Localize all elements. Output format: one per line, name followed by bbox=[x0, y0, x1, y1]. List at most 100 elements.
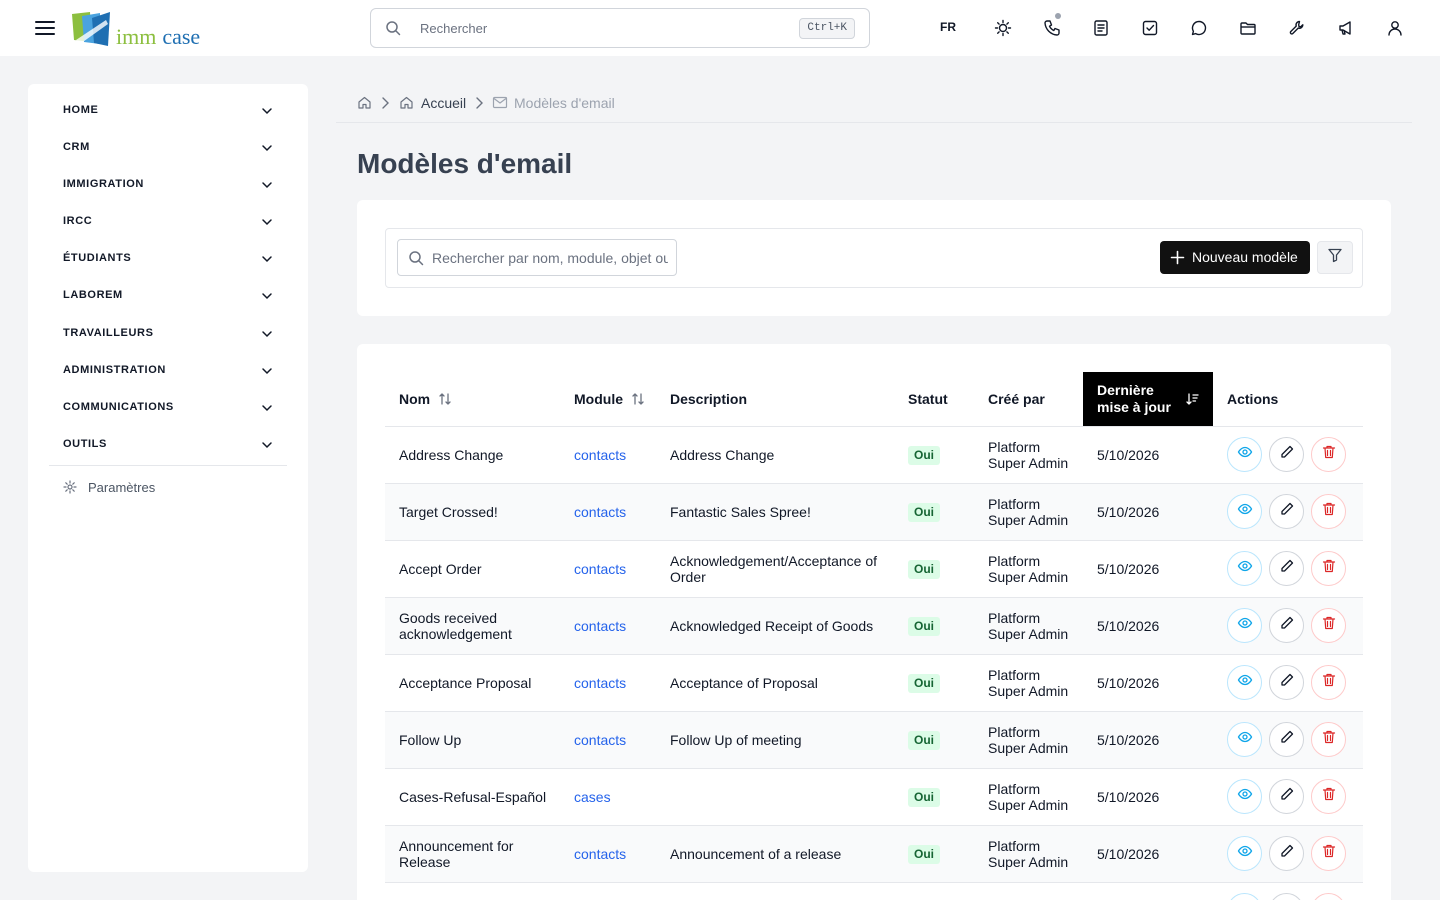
table-header: Nom Module Description Statut Créé par D… bbox=[385, 372, 1363, 427]
column-header-module[interactable]: Module bbox=[574, 372, 645, 426]
cell-module[interactable] bbox=[574, 883, 664, 900]
cell-module[interactable]: contacts bbox=[574, 598, 664, 654]
sidebar-item-laborem[interactable]: LABOREM bbox=[49, 277, 287, 314]
sidebar-item-crm[interactable]: CRM bbox=[49, 129, 287, 166]
edit-button[interactable] bbox=[1269, 779, 1304, 814]
cell-status: Oui bbox=[908, 541, 978, 597]
edit-button[interactable] bbox=[1269, 722, 1304, 757]
delete-button[interactable] bbox=[1311, 893, 1346, 900]
megaphone-icon[interactable] bbox=[1334, 16, 1358, 40]
sidebar-item-label: COMMUNICATIONS bbox=[63, 401, 174, 413]
eye-icon bbox=[1237, 672, 1253, 693]
sidebar-item-administration[interactable]: ADMINISTRATION bbox=[49, 352, 287, 389]
breadcrumb-item-accueil[interactable]: Accueil bbox=[399, 94, 467, 112]
delete-button[interactable] bbox=[1311, 494, 1346, 529]
delete-button[interactable] bbox=[1311, 779, 1346, 814]
chevron-right-icon bbox=[379, 96, 391, 115]
sun-icon[interactable] bbox=[991, 16, 1015, 40]
sidebar-item-etudiants[interactable]: ÉTUDIANTS bbox=[49, 240, 287, 277]
view-button[interactable] bbox=[1227, 722, 1262, 757]
delete-button[interactable] bbox=[1311, 665, 1346, 700]
app-logo[interactable]: imm case bbox=[70, 10, 220, 49]
cell-created-by: Platform Super Admin bbox=[988, 610, 1069, 642]
chat-icon[interactable] bbox=[1187, 16, 1211, 40]
home-icon bbox=[399, 95, 414, 113]
edit-button[interactable] bbox=[1269, 836, 1304, 871]
cell-status: Oui bbox=[908, 598, 978, 654]
edit-button[interactable] bbox=[1269, 665, 1304, 700]
view-button[interactable] bbox=[1227, 893, 1262, 900]
folder-icon[interactable] bbox=[1236, 16, 1260, 40]
search-icon bbox=[385, 20, 401, 41]
cell-updated bbox=[1097, 883, 1207, 900]
table-row[interactable]: Platform bbox=[385, 883, 1363, 900]
sidebar-item-outils[interactable]: OUTILS bbox=[49, 426, 287, 463]
sidebar-divider bbox=[49, 465, 287, 466]
edit-button[interactable] bbox=[1269, 494, 1304, 529]
cell-module[interactable]: contacts bbox=[574, 484, 664, 540]
sidebar-item-communications[interactable]: COMMUNICATIONS bbox=[49, 389, 287, 426]
sidebar-item-ircc[interactable]: IRCC bbox=[49, 203, 287, 240]
task-icon[interactable] bbox=[1138, 16, 1162, 40]
cell-created-by: Platform bbox=[988, 883, 1078, 900]
pencil-icon bbox=[1279, 501, 1295, 522]
view-button[interactable] bbox=[1227, 836, 1262, 871]
delete-button[interactable] bbox=[1311, 722, 1346, 757]
sidebar-item-home[interactable]: HOME bbox=[49, 92, 287, 129]
delete-button[interactable] bbox=[1311, 608, 1346, 643]
view-button[interactable] bbox=[1227, 779, 1262, 814]
cell-created-by: Platform Super Admin bbox=[988, 667, 1069, 699]
cell-module[interactable]: contacts bbox=[574, 826, 664, 882]
sidebar-item-parametres[interactable]: Paramètres bbox=[49, 474, 287, 500]
table-row[interactable]: Acceptance Proposal contacts Acceptance … bbox=[385, 655, 1363, 712]
cell-module[interactable]: contacts bbox=[574, 427, 664, 483]
table-row[interactable]: Follow Up contacts Follow Up of meeting … bbox=[385, 712, 1363, 769]
view-button[interactable] bbox=[1227, 608, 1262, 643]
phone-icon[interactable] bbox=[1040, 13, 1064, 40]
table-row[interactable]: Cases-Refusal-Español cases Oui Platform… bbox=[385, 769, 1363, 826]
menu-icon[interactable] bbox=[34, 17, 56, 39]
cell-description: Address Change bbox=[670, 447, 775, 463]
user-icon[interactable] bbox=[1383, 16, 1407, 40]
cell-module[interactable]: contacts bbox=[574, 541, 664, 597]
status-badge: Oui bbox=[908, 730, 940, 750]
template-search-input[interactable] bbox=[432, 241, 668, 274]
table-row[interactable]: Goods received acknowledgement contacts … bbox=[385, 598, 1363, 655]
edit-button[interactable] bbox=[1269, 551, 1304, 586]
delete-button[interactable] bbox=[1311, 551, 1346, 586]
view-button[interactable] bbox=[1227, 437, 1262, 472]
notes-icon[interactable] bbox=[1089, 16, 1113, 40]
table-row[interactable]: Accept Order contacts Acknowledgement/Ac… bbox=[385, 541, 1363, 598]
sidebar-item-travailleurs[interactable]: TRAVAILLEURS bbox=[49, 315, 287, 352]
table-row[interactable]: Target Crossed! contacts Fantastic Sales… bbox=[385, 484, 1363, 541]
edit-button[interactable] bbox=[1269, 893, 1304, 900]
cell-module[interactable]: contacts bbox=[574, 712, 664, 768]
edit-button[interactable] bbox=[1269, 608, 1304, 643]
cell-module[interactable]: cases bbox=[574, 769, 664, 825]
gear-icon bbox=[63, 480, 77, 499]
status-badge: Oui bbox=[908, 673, 940, 693]
home-icon[interactable] bbox=[357, 95, 372, 115]
global-search[interactable]: Rechercher Ctrl+K bbox=[370, 8, 870, 48]
cell-description bbox=[670, 883, 895, 900]
global-search-placeholder: Rechercher bbox=[420, 21, 488, 36]
eye-icon bbox=[1237, 843, 1253, 864]
edit-button[interactable] bbox=[1269, 437, 1304, 472]
sidebar-item-immigration[interactable]: IMMIGRATION bbox=[49, 166, 287, 203]
cell-module[interactable]: contacts bbox=[574, 655, 664, 711]
language-switcher[interactable]: FR bbox=[940, 20, 956, 34]
filter-button[interactable] bbox=[1317, 241, 1353, 274]
column-header-name[interactable]: Nom bbox=[399, 372, 452, 426]
eye-icon bbox=[1237, 444, 1253, 465]
new-template-button[interactable]: Nouveau modèle bbox=[1160, 241, 1310, 274]
delete-button[interactable] bbox=[1311, 836, 1346, 871]
cell-name: Address Change bbox=[399, 447, 504, 463]
column-header-updated[interactable]: Dernière mise à jour bbox=[1083, 372, 1213, 426]
view-button[interactable] bbox=[1227, 665, 1262, 700]
view-button[interactable] bbox=[1227, 494, 1262, 529]
view-button[interactable] bbox=[1227, 551, 1262, 586]
tools-icon[interactable] bbox=[1285, 16, 1309, 40]
delete-button[interactable] bbox=[1311, 437, 1346, 472]
table-row[interactable]: Address Change contacts Address Change O… bbox=[385, 427, 1363, 484]
table-row[interactable]: Announcement for Release contacts Announ… bbox=[385, 826, 1363, 883]
